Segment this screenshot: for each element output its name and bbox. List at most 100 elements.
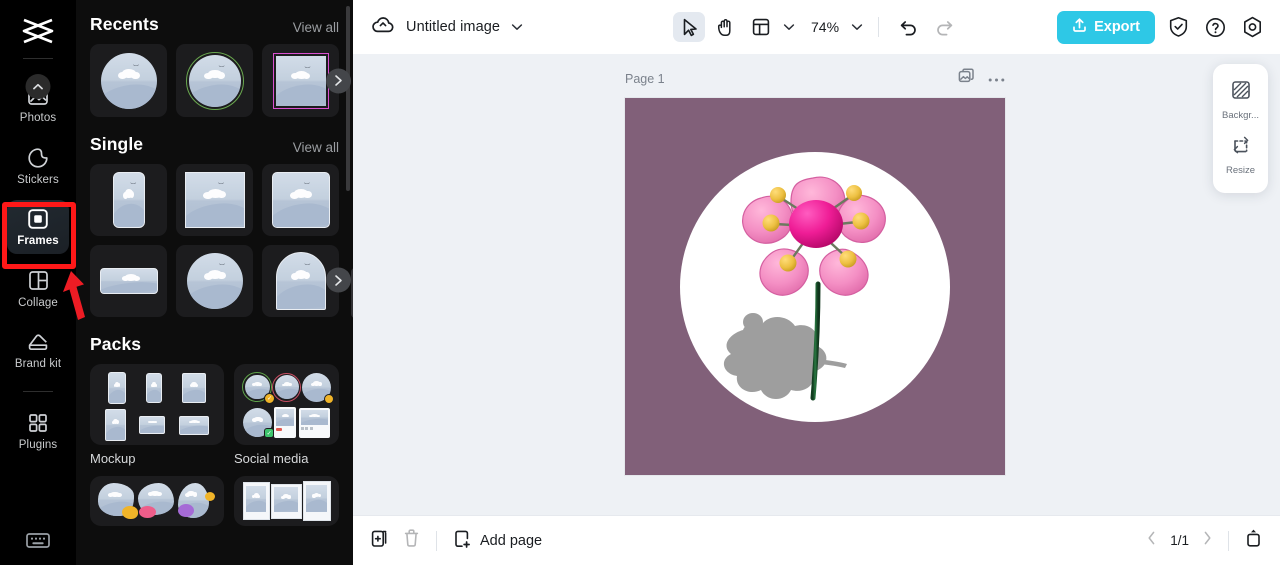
resize-button[interactable]: Resize (1213, 128, 1268, 183)
delete-page-icon[interactable] (403, 528, 420, 553)
toolbar-divider (878, 17, 879, 37)
rail-divider-top (23, 58, 53, 59)
brand-kit-icon (25, 330, 51, 354)
blob-accent (139, 506, 156, 518)
sidebar-item-brand-kit[interactable]: Brand kit (7, 323, 69, 377)
3d-pink-flower-artwork[interactable] (705, 162, 925, 412)
redo-button[interactable] (928, 12, 960, 42)
pack-card-polaroid[interactable] (234, 476, 339, 526)
thumb-cloud-icon (121, 274, 141, 282)
layout-chevron-down-icon[interactable] (781, 18, 797, 36)
undo-button[interactable] (892, 12, 924, 42)
cloud-sync-icon[interactable] (371, 15, 395, 40)
help-circle-icon[interactable] (1201, 13, 1229, 41)
pack-preview-blob (90, 476, 224, 526)
prev-page-button[interactable] (1147, 531, 1156, 550)
expand-panel-icon[interactable] (1245, 528, 1262, 553)
toolbar-left-group: Untitled image (371, 15, 523, 40)
zoom-level[interactable]: 74% (811, 19, 845, 35)
frame-thumb-square-a[interactable]: ︶ (176, 164, 253, 236)
resize-icon (1231, 135, 1251, 160)
frame-thumb-square-b[interactable]: ︶ (262, 164, 339, 236)
resize-label: Resize (1225, 165, 1256, 176)
panel-collapse-handle[interactable] (351, 268, 353, 318)
app-root: Photos Stickers Frames Collage Brand kit… (0, 0, 1280, 565)
sidebar-item-photos[interactable]: Photos (7, 74, 69, 131)
sticker-icon (25, 146, 51, 170)
section-title: Recents (90, 14, 159, 34)
blob-accent (205, 492, 215, 501)
document-title[interactable]: Untitled image (406, 19, 500, 35)
thumb-cloud-icon (122, 189, 135, 199)
bottom-divider-2 (1228, 530, 1229, 551)
chevron-up-icon[interactable] (25, 74, 51, 99)
sidebar-item-label: Stickers (17, 173, 59, 186)
layout-tool[interactable] (745, 12, 777, 42)
thumb-bird-icon: ︶ (130, 183, 137, 190)
capcut-logo-icon[interactable] (18, 14, 58, 48)
export-button[interactable]: Export (1057, 10, 1155, 44)
next-page-button[interactable] (1203, 531, 1212, 550)
single-grid: ︶ ︶ ︶ ︶ ︶ (90, 164, 351, 317)
recents-grid: ︶ ︶ ︶ (90, 44, 351, 117)
artboard[interactable] (625, 98, 1005, 475)
pack-label: Mockup (90, 451, 136, 466)
settings-gear-icon[interactable] (1238, 13, 1266, 41)
hand-tool[interactable] (709, 12, 741, 42)
keyboard-icon[interactable] (21, 527, 55, 553)
plugins-grid-icon (25, 411, 51, 435)
duplicate-page-icon[interactable] (371, 528, 389, 553)
flower-center (789, 199, 843, 248)
bottom-toolbar: Add page 1/1 (353, 515, 1280, 565)
shield-check-icon[interactable] (1164, 13, 1192, 41)
verified-badge-icon: ✓ (264, 393, 276, 404)
add-page-icon (453, 529, 472, 553)
sidebar-item-label: Plugins (18, 438, 58, 451)
add-page-button[interactable]: Add page (453, 529, 542, 553)
chevron-down-icon[interactable] (511, 18, 523, 36)
sidebar-item-collage[interactable]: Collage (7, 262, 69, 316)
section-title: Packs (90, 334, 142, 354)
add-page-label: Add page (480, 532, 543, 549)
frame-thumb-circle[interactable]: ︶ (90, 44, 167, 117)
pack-card-blob[interactable] (90, 476, 224, 526)
bottom-divider (436, 530, 437, 551)
frame-thumb-circle-ring[interactable]: ︶ (176, 44, 253, 117)
thumb-bird-icon: ︶ (304, 265, 311, 272)
sidebar-item-frames[interactable]: Frames (7, 200, 69, 254)
panel-scroll-area[interactable]: Recents View all ︶ ︶ ︶ Single View all ︶… (90, 0, 353, 565)
background-button[interactable]: Backgr... (1213, 73, 1268, 128)
view-all-single[interactable]: View all (293, 140, 339, 155)
upload-icon (1072, 17, 1087, 37)
panel-scrollbar[interactable] (346, 6, 350, 191)
pack-card-mockup[interactable]: Mockup (90, 364, 224, 466)
sidebar-item-label: Photos (19, 112, 57, 124)
pack-preview-mockup (90, 364, 224, 445)
packs-grid: Mockup ✓ ✓ Social media (90, 364, 339, 526)
sidebar-item-plugins[interactable]: Plugins (7, 404, 69, 458)
page-indicator: 1/1 (1170, 533, 1189, 548)
sidebar-item-label: Brand kit (14, 358, 62, 370)
section-header-packs: Packs (90, 317, 339, 364)
view-all-recents[interactable]: View all (293, 20, 339, 35)
rail-divider-mid (23, 390, 53, 392)
sidebar-item-stickers[interactable]: Stickers (7, 139, 69, 193)
frames-library-panel: Recents View all ︶ ︶ ︶ Single View all ︶… (76, 0, 353, 565)
floating-tools-panel: Backgr... Resize (1213, 64, 1268, 193)
chevron-right-icon[interactable] (326, 267, 351, 293)
pack-card-social-media[interactable]: ✓ ✓ Social media (234, 364, 339, 466)
chevron-right-icon[interactable] (326, 68, 351, 93)
frame-thumb-landscape[interactable] (90, 245, 167, 317)
top-toolbar: Untitled image 74% Export (353, 0, 1280, 54)
duplicate-image-icon[interactable] (958, 68, 975, 90)
canvas-area[interactable]: Page 1 Backgr... Resize (353, 54, 1280, 515)
background-icon (1231, 80, 1251, 105)
thumb-bird-icon: ︶ (304, 67, 311, 74)
frame-thumb-circle-2[interactable]: ︶ (176, 245, 253, 317)
more-horizontal-icon[interactable] (988, 70, 1005, 88)
frame-thumb-portrait[interactable]: ︶ (90, 164, 167, 236)
bottom-right-group: 1/1 (1147, 528, 1262, 553)
select-tool[interactable] (673, 12, 705, 42)
zoom-chevron-down-icon[interactable] (849, 18, 865, 36)
blob-accent (122, 506, 138, 519)
